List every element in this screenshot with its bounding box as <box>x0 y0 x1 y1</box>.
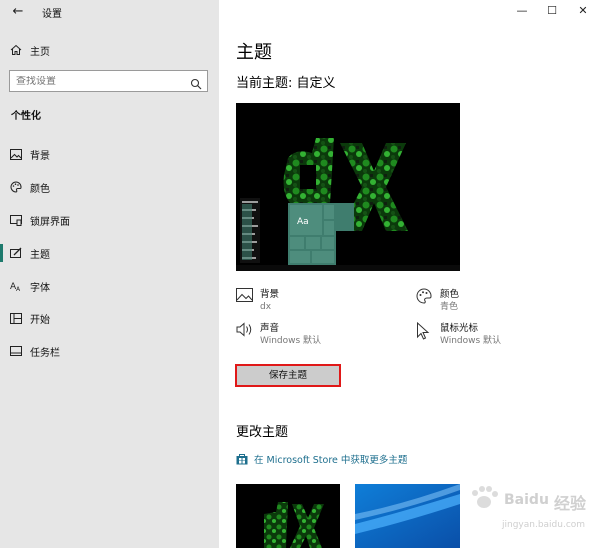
theme-brush-icon <box>0 247 30 259</box>
home-icon <box>0 44 30 56</box>
color-setting[interactable]: 颜色 青色 <box>416 288 459 314</box>
sidebar-item-background[interactable]: 背景 <box>0 141 219 167</box>
search-icon[interactable] <box>190 75 202 90</box>
palette-icon <box>0 181 30 193</box>
sidebar-item-taskbar[interactable]: 任务栏 <box>0 338 219 364</box>
watermark-brand-cn: 经验 <box>554 494 587 513</box>
sidebar-item-fonts[interactable]: AA 字体 <box>0 273 219 299</box>
background-setting[interactable]: 背景 dx <box>236 288 279 314</box>
preview-tile-label: Aa <box>297 217 309 227</box>
start-menu-icon <box>0 312 30 324</box>
sidebar-item-themes[interactable]: 主题 <box>0 240 219 266</box>
speaker-icon <box>236 322 260 344</box>
section-title: 个性化 <box>11 111 41 122</box>
sidebar-item-colors[interactable]: 颜色 <box>0 174 219 200</box>
sidebar-item-label: 锁屏界面 <box>30 216 70 228</box>
sound-setting[interactable]: 声音 Windows 默认 <box>236 322 321 348</box>
cursor-icon <box>416 322 440 344</box>
sidebar-item-lock-screen[interactable]: 锁屏界面 <box>0 207 219 233</box>
color-title: 颜色 <box>440 289 460 300</box>
sound-value: Windows 默认 <box>260 336 322 346</box>
store-link-text[interactable]: 在 Microsoft Store 中获取更多主题 <box>254 452 407 466</box>
change-theme-title: 更改主题 <box>236 425 289 440</box>
cursor-setting[interactable]: 鼠标光标 Windows 默认 <box>416 322 501 348</box>
taskbar-icon <box>0 346 30 356</box>
sidebar-item-label: 主题 <box>30 249 50 261</box>
close-button[interactable]: ✕ <box>568 0 598 22</box>
background-value: dx <box>260 302 272 312</box>
theme-preview: Aa <box>236 103 460 271</box>
minimize-button[interactable]: — <box>507 0 537 22</box>
watermark-brand: Baidu <box>504 492 549 508</box>
font-icon: AA <box>0 280 30 292</box>
sidebar-item-start[interactable]: 开始 <box>0 305 219 331</box>
sidebar-item-label: 主页 <box>30 46 50 58</box>
search-input[interactable] <box>16 75 181 87</box>
color-value: 青色 <box>440 302 459 312</box>
sidebar-item-home[interactable]: 主页 <box>0 38 219 62</box>
window-title: 设置 <box>42 9 62 20</box>
cursor-title: 鼠标光标 <box>440 323 479 334</box>
store-link[interactable]: 在 Microsoft Store 中获取更多主题 <box>236 452 407 466</box>
sidebar-item-label: 任务栏 <box>30 347 60 359</box>
page-title: 主题 <box>236 42 272 63</box>
sidebar: ← 设置 主页 个性化 背景 颜色 锁屏界面 主题 <box>0 0 219 548</box>
maximize-button[interactable]: ☐ <box>537 0 567 22</box>
sidebar-item-label: 开始 <box>30 314 50 326</box>
sidebar-item-label: 颜色 <box>30 183 50 195</box>
current-theme-label: 当前主题: 自定义 <box>236 76 336 91</box>
cursor-value: Windows 默认 <box>440 336 502 346</box>
background-title: 背景 <box>260 289 280 300</box>
watermark-url: jingyan.baidu.com <box>502 520 586 530</box>
palette-icon <box>416 288 440 310</box>
theme-thumbnail-custom[interactable] <box>236 484 340 548</box>
sound-title: 声音 <box>260 323 280 334</box>
image-icon <box>0 148 30 160</box>
theme-thumbnail-windows[interactable] <box>355 484 460 548</box>
sidebar-item-label: 字体 <box>30 282 50 294</box>
search-box[interactable] <box>9 70 208 92</box>
theme-preview-artwork <box>236 138 460 271</box>
store-bag-icon <box>236 453 248 465</box>
image-icon <box>236 288 260 310</box>
save-theme-button[interactable]: 保存主题 <box>235 364 341 387</box>
svg-text:A: A <box>16 286 21 292</box>
lock-screen-icon <box>0 214 30 226</box>
back-arrow-icon[interactable]: ← <box>8 2 28 22</box>
sidebar-item-label: 背景 <box>30 150 50 162</box>
baidu-jingyan-watermark: Baidu 经验 jingyan.baidu.com <box>462 480 600 544</box>
